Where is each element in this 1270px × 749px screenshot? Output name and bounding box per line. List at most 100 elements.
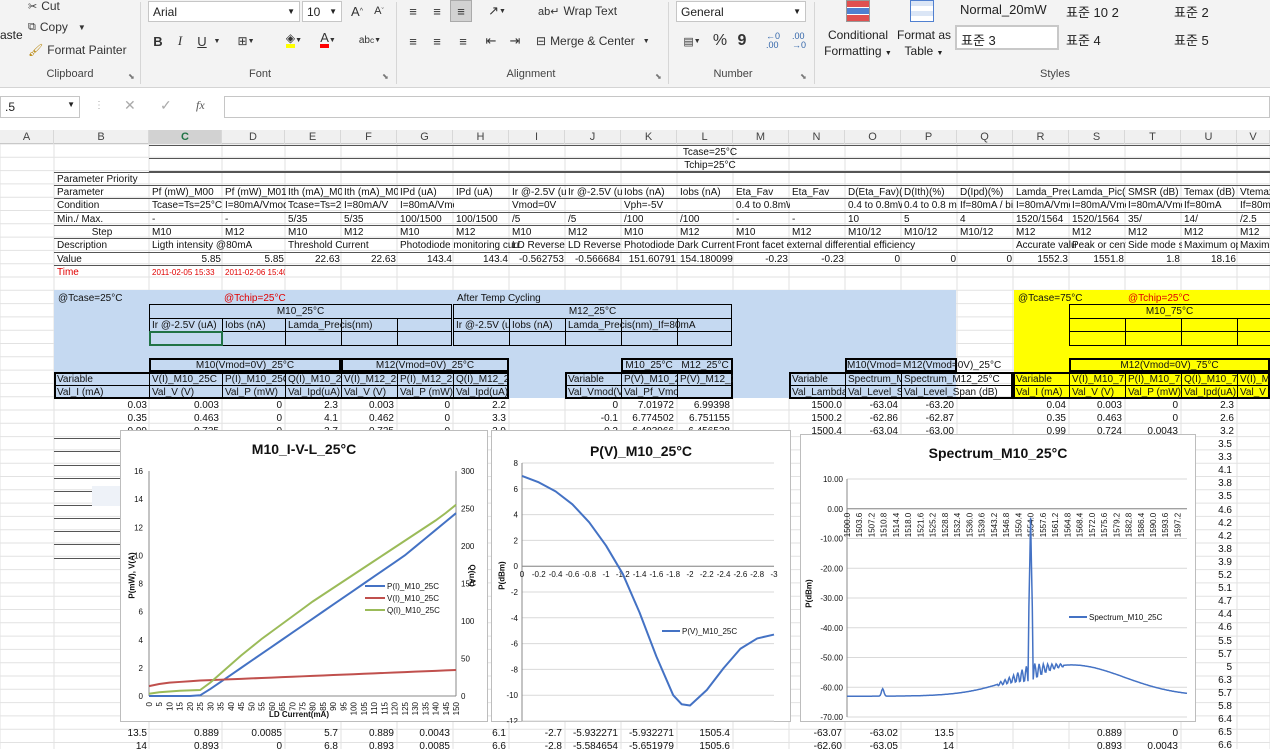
param-cell[interactable]: 5.85 bbox=[223, 253, 286, 266]
data-cell[interactable]: 0.003 bbox=[342, 399, 396, 412]
data-cell[interactable]: 0 bbox=[223, 399, 284, 412]
m12-25-small[interactable]: M12_25°C bbox=[677, 359, 733, 372]
param-cell[interactable]: M12 bbox=[678, 226, 734, 239]
param-cell[interactable]: M12 bbox=[342, 226, 398, 239]
decrease-decimal-icon[interactable]: .00 →0 bbox=[788, 30, 810, 52]
top-align-icon[interactable]: ≡ bbox=[404, 2, 422, 20]
param-cell[interactable]: Tcase=Ts=25°C, I bbox=[150, 199, 223, 212]
data-cell[interactable]: 0.463 bbox=[150, 412, 221, 425]
param-cell[interactable] bbox=[454, 199, 510, 212]
column-header-q[interactable]: Q bbox=[957, 130, 1013, 144]
data-cell[interactable]: 6.6 bbox=[1198, 739, 1234, 749]
data-cell[interactable]: -5.584654 bbox=[566, 740, 620, 749]
param-cell[interactable]: M12 bbox=[1126, 226, 1182, 239]
param-cell[interactable]: M10 bbox=[398, 226, 454, 239]
data-cell[interactable]: 6.6 bbox=[454, 740, 508, 749]
insert-function-icon[interactable]: fx bbox=[196, 98, 205, 113]
font-size-select[interactable]: 10 ▼ bbox=[302, 1, 342, 22]
data-cell[interactable]: 3.5 bbox=[1198, 490, 1234, 503]
conditional-formatting-button[interactable]: Conditional Formatting ▼ bbox=[820, 0, 896, 62]
param-cell[interactable]: M10 bbox=[286, 226, 342, 239]
data-cell[interactable]: 4.1 bbox=[286, 412, 340, 425]
param-cell[interactable]: LD Reverse c bbox=[510, 239, 566, 252]
var-subheader[interactable]: Val_Ipd(uA) bbox=[1182, 386, 1237, 399]
data-cell[interactable]: 0 bbox=[1126, 399, 1180, 412]
param-cell[interactable]: Ir @-2.5V (uA bbox=[566, 186, 622, 199]
param-cell[interactable]: M10/12 bbox=[902, 226, 958, 239]
param-cell[interactable]: 0.4 to 0.8mW bbox=[846, 199, 902, 212]
param-cell[interactable]: M10 bbox=[734, 226, 790, 239]
param-cell[interactable]: Peak or cent bbox=[1070, 239, 1126, 252]
param-cell[interactable]: 1552.3 bbox=[1014, 253, 1070, 266]
param-cell[interactable]: I=80mA/Vmo bbox=[1014, 199, 1070, 212]
data-cell[interactable]: 0.889 bbox=[150, 727, 221, 740]
var-subheader[interactable]: Val_P (mW) bbox=[398, 386, 453, 399]
param-cell[interactable]: 143.4 bbox=[398, 253, 454, 266]
data-cell[interactable]: 0.03 bbox=[55, 399, 149, 412]
more-options-icon[interactable]: ⋮ bbox=[94, 100, 104, 111]
dialog-launcher-icon[interactable]: ⬊ bbox=[382, 72, 389, 81]
m10-25-small[interactable]: M10_25°C bbox=[621, 359, 677, 372]
data-cell[interactable]: 2.2 bbox=[454, 399, 508, 412]
data-cell[interactable]: -63.04 bbox=[846, 399, 900, 412]
font-name-select[interactable]: Arial ▼ bbox=[148, 1, 300, 22]
param-cell[interactable]: 35/ bbox=[1126, 213, 1182, 226]
var-subheader[interactable]: Val_Ipd(uA) bbox=[454, 386, 509, 399]
param-cell[interactable]: -0.566684 bbox=[566, 253, 622, 266]
param-cell[interactable]: Ir @-2.5V (uA bbox=[510, 186, 566, 199]
data-cell[interactable]: 5.8 bbox=[1198, 700, 1234, 713]
data-cell[interactable]: 3.5 bbox=[1198, 438, 1234, 451]
style-pyojun-2[interactable]: 표준 2 bbox=[1174, 2, 1209, 21]
data-cell[interactable]: 0 bbox=[1126, 727, 1180, 740]
m12-vmod-short[interactable]: M12(Vmod=0V)_25°C bbox=[901, 359, 1013, 372]
data-cell[interactable]: 0.0085 bbox=[223, 727, 284, 740]
data-cell[interactable]: -5.651979 bbox=[622, 740, 676, 749]
selected-cell[interactable] bbox=[149, 331, 223, 346]
align-center-icon[interactable]: ≡ bbox=[428, 32, 446, 50]
param-cell[interactable]: Temax (dB) bbox=[1182, 186, 1238, 199]
param-cell[interactable]: 0.4 to 0.8mW bbox=[734, 199, 790, 212]
param-cell[interactable]: D(Ith)(%) bbox=[902, 186, 958, 199]
param-cell[interactable]: M12 bbox=[1014, 226, 1070, 239]
row-label[interactable]: Condition bbox=[55, 199, 149, 212]
param-cell[interactable]: If=80mA / bi bbox=[958, 199, 1014, 212]
param-cell[interactable] bbox=[566, 199, 622, 212]
param-cell[interactable]: M12 bbox=[1070, 226, 1126, 239]
data-cell[interactable]: 5 bbox=[1198, 661, 1234, 674]
data-cell[interactable]: 0 bbox=[1126, 412, 1180, 425]
param-cell[interactable]: D(Eta_Fav)(%) bbox=[846, 186, 902, 199]
param-cell[interactable]: IPd (uA) bbox=[454, 186, 510, 199]
column-header-d[interactable]: D bbox=[222, 130, 285, 144]
column-header-c[interactable]: C bbox=[149, 130, 222, 144]
data-cell[interactable]: 4.6 bbox=[1198, 504, 1234, 517]
param-cell[interactable]: Maximum op bbox=[1182, 239, 1238, 252]
var-subheader[interactable]: Val_P (mW) bbox=[1126, 386, 1181, 399]
data-cell[interactable]: 0.893 bbox=[342, 740, 396, 749]
var-subheader[interactable]: Val_I (mA) bbox=[1014, 386, 1069, 399]
column-header-h[interactable]: H bbox=[453, 130, 509, 144]
param-cell[interactable]: /2.5 bbox=[1238, 213, 1270, 226]
data-cell[interactable]: 0.0085 bbox=[398, 740, 452, 749]
column-header-n[interactable]: N bbox=[789, 130, 845, 144]
wrap-text-button[interactable]: ab↵ Wrap Text bbox=[538, 2, 618, 20]
data-cell[interactable]: 0.0043 bbox=[398, 727, 452, 740]
data-cell[interactable]: -5.932271 bbox=[622, 727, 676, 740]
var-subheader[interactable]: Val_Level_S bbox=[846, 386, 901, 399]
m12-vmod-75[interactable]: M12(Vmod=0V)_75°C bbox=[1069, 359, 1270, 372]
param-cell[interactable]: D(Ipd)(%) bbox=[958, 186, 1014, 199]
dialog-launcher-icon[interactable]: ⬊ bbox=[655, 72, 662, 81]
column-header-e[interactable]: E bbox=[285, 130, 341, 144]
data-cell[interactable]: 0.35 bbox=[1014, 412, 1068, 425]
var-subheader[interactable] bbox=[678, 386, 733, 399]
data-cell[interactable]: 4.2 bbox=[1198, 517, 1234, 530]
column-header-i[interactable]: I bbox=[509, 130, 565, 144]
param-cell[interactable]: 143.4 bbox=[454, 253, 510, 266]
style-pyojun-4[interactable]: 표준 4 bbox=[1066, 30, 1101, 49]
data-cell[interactable]: 0.889 bbox=[342, 727, 396, 740]
style-pyojun-5[interactable]: 표준 5 bbox=[1174, 30, 1209, 49]
param-cell[interactable]: Maximu bbox=[1238, 239, 1270, 252]
param-cell[interactable]: Side mode su bbox=[1126, 239, 1182, 252]
param-cell[interactable]: Eta_Fav bbox=[734, 186, 790, 199]
style-pyojun-10-2[interactable]: 표준 10 2 bbox=[1066, 2, 1119, 21]
data-cell[interactable]: 5.7 bbox=[286, 727, 340, 740]
